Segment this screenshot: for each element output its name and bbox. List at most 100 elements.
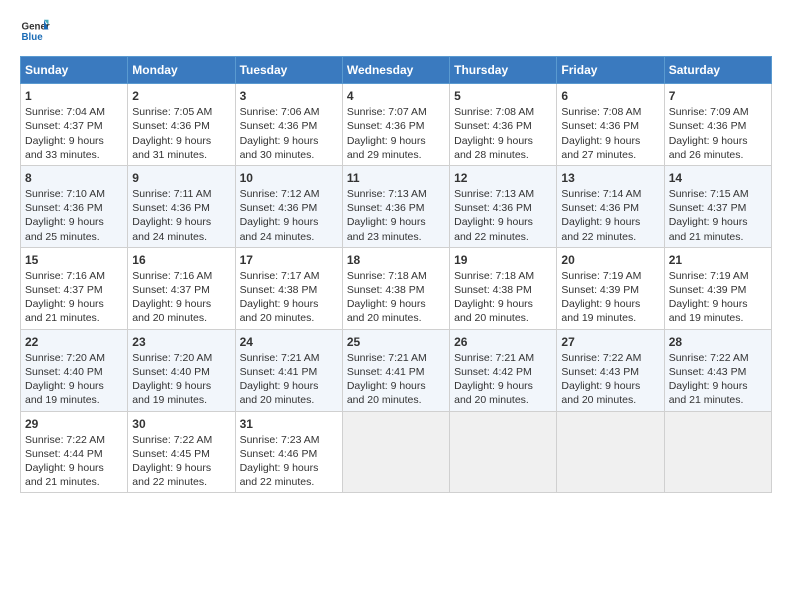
calendar-cell: 25Sunrise: 7:21 AMSunset: 4:41 PMDayligh… <box>342 329 449 411</box>
sunset-label: Sunset: 4:42 PM <box>454 366 532 378</box>
daylight-label: Daylight: 9 hours and 21 minutes. <box>25 462 104 488</box>
sunrise-label: Sunrise: 7:13 AM <box>454 188 534 200</box>
daylight-label: Daylight: 9 hours and 25 minutes. <box>25 216 104 242</box>
day-number: 30 <box>132 416 230 432</box>
calendar-cell: 17Sunrise: 7:17 AMSunset: 4:38 PMDayligh… <box>235 247 342 329</box>
daylight-label: Daylight: 9 hours and 24 minutes. <box>132 216 211 242</box>
sunrise-label: Sunrise: 7:22 AM <box>132 434 212 446</box>
page-header: General Blue <box>20 16 772 46</box>
sunset-label: Sunset: 4:36 PM <box>561 202 639 214</box>
day-number: 24 <box>240 334 338 350</box>
sunset-label: Sunset: 4:36 PM <box>347 120 425 132</box>
calendar-cell: 7Sunrise: 7:09 AMSunset: 4:36 PMDaylight… <box>664 84 771 166</box>
sunset-label: Sunset: 4:36 PM <box>454 202 532 214</box>
weekday-header: Thursday <box>450 57 557 84</box>
day-number: 13 <box>561 170 659 186</box>
logo: General Blue <box>20 16 54 46</box>
sunset-label: Sunset: 4:41 PM <box>347 366 425 378</box>
svg-text:Blue: Blue <box>22 32 44 43</box>
daylight-label: Daylight: 9 hours and 20 minutes. <box>132 298 211 324</box>
day-number: 21 <box>669 252 767 268</box>
daylight-label: Daylight: 9 hours and 29 minutes. <box>347 135 426 161</box>
daylight-label: Daylight: 9 hours and 20 minutes. <box>347 298 426 324</box>
calendar-header-row: SundayMondayTuesdayWednesdayThursdayFrid… <box>21 57 772 84</box>
daylight-label: Daylight: 9 hours and 20 minutes. <box>454 298 533 324</box>
daylight-label: Daylight: 9 hours and 22 minutes. <box>240 462 319 488</box>
daylight-label: Daylight: 9 hours and 20 minutes. <box>561 380 640 406</box>
calendar-week-row: 15Sunrise: 7:16 AMSunset: 4:37 PMDayligh… <box>21 247 772 329</box>
calendar-week-row: 1Sunrise: 7:04 AMSunset: 4:37 PMDaylight… <box>21 84 772 166</box>
sunset-label: Sunset: 4:37 PM <box>25 284 103 296</box>
day-number: 5 <box>454 88 552 104</box>
calendar-cell <box>342 411 449 493</box>
sunrise-label: Sunrise: 7:15 AM <box>669 188 749 200</box>
calendar-cell: 12Sunrise: 7:13 AMSunset: 4:36 PMDayligh… <box>450 165 557 247</box>
sunrise-label: Sunrise: 7:04 AM <box>25 106 105 118</box>
sunset-label: Sunset: 4:46 PM <box>240 448 318 460</box>
sunrise-label: Sunrise: 7:06 AM <box>240 106 320 118</box>
day-number: 27 <box>561 334 659 350</box>
sunset-label: Sunset: 4:36 PM <box>132 120 210 132</box>
calendar-week-row: 22Sunrise: 7:20 AMSunset: 4:40 PMDayligh… <box>21 329 772 411</box>
sunset-label: Sunset: 4:40 PM <box>132 366 210 378</box>
sunset-label: Sunset: 4:36 PM <box>132 202 210 214</box>
calendar-cell: 30Sunrise: 7:22 AMSunset: 4:45 PMDayligh… <box>128 411 235 493</box>
sunrise-label: Sunrise: 7:12 AM <box>240 188 320 200</box>
sunrise-label: Sunrise: 7:22 AM <box>669 352 749 364</box>
calendar-cell: 14Sunrise: 7:15 AMSunset: 4:37 PMDayligh… <box>664 165 771 247</box>
sunset-label: Sunset: 4:38 PM <box>454 284 532 296</box>
daylight-label: Daylight: 9 hours and 20 minutes. <box>240 380 319 406</box>
sunrise-label: Sunrise: 7:22 AM <box>25 434 105 446</box>
calendar-cell: 21Sunrise: 7:19 AMSunset: 4:39 PMDayligh… <box>664 247 771 329</box>
day-number: 11 <box>347 170 445 186</box>
daylight-label: Daylight: 9 hours and 27 minutes. <box>561 135 640 161</box>
sunrise-label: Sunrise: 7:22 AM <box>561 352 641 364</box>
calendar-cell: 16Sunrise: 7:16 AMSunset: 4:37 PMDayligh… <box>128 247 235 329</box>
weekday-header: Sunday <box>21 57 128 84</box>
daylight-label: Daylight: 9 hours and 20 minutes. <box>454 380 533 406</box>
day-number: 3 <box>240 88 338 104</box>
sunset-label: Sunset: 4:40 PM <box>25 366 103 378</box>
calendar-cell: 13Sunrise: 7:14 AMSunset: 4:36 PMDayligh… <box>557 165 664 247</box>
daylight-label: Daylight: 9 hours and 19 minutes. <box>669 298 748 324</box>
daylight-label: Daylight: 9 hours and 23 minutes. <box>347 216 426 242</box>
sunrise-label: Sunrise: 7:10 AM <box>25 188 105 200</box>
daylight-label: Daylight: 9 hours and 21 minutes. <box>669 216 748 242</box>
sunset-label: Sunset: 4:44 PM <box>25 448 103 460</box>
sunset-label: Sunset: 4:36 PM <box>25 202 103 214</box>
day-number: 9 <box>132 170 230 186</box>
sunrise-label: Sunrise: 7:11 AM <box>132 188 211 200</box>
logo-icon: General Blue <box>20 16 50 46</box>
sunset-label: Sunset: 4:36 PM <box>240 120 318 132</box>
day-number: 23 <box>132 334 230 350</box>
daylight-label: Daylight: 9 hours and 26 minutes. <box>669 135 748 161</box>
calendar-cell: 4Sunrise: 7:07 AMSunset: 4:36 PMDaylight… <box>342 84 449 166</box>
sunrise-label: Sunrise: 7:07 AM <box>347 106 427 118</box>
sunrise-label: Sunrise: 7:21 AM <box>347 352 427 364</box>
day-number: 28 <box>669 334 767 350</box>
sunset-label: Sunset: 4:39 PM <box>669 284 747 296</box>
sunset-label: Sunset: 4:45 PM <box>132 448 210 460</box>
sunrise-label: Sunrise: 7:08 AM <box>454 106 534 118</box>
weekday-header: Friday <box>557 57 664 84</box>
day-number: 31 <box>240 416 338 432</box>
weekday-header: Monday <box>128 57 235 84</box>
calendar-cell: 11Sunrise: 7:13 AMSunset: 4:36 PMDayligh… <box>342 165 449 247</box>
sunrise-label: Sunrise: 7:20 AM <box>25 352 105 364</box>
calendar-cell: 8Sunrise: 7:10 AMSunset: 4:36 PMDaylight… <box>21 165 128 247</box>
daylight-label: Daylight: 9 hours and 31 minutes. <box>132 135 211 161</box>
calendar-cell: 15Sunrise: 7:16 AMSunset: 4:37 PMDayligh… <box>21 247 128 329</box>
sunrise-label: Sunrise: 7:17 AM <box>240 270 320 282</box>
calendar-cell <box>450 411 557 493</box>
daylight-label: Daylight: 9 hours and 19 minutes. <box>132 380 211 406</box>
day-number: 19 <box>454 252 552 268</box>
calendar-cell: 2Sunrise: 7:05 AMSunset: 4:36 PMDaylight… <box>128 84 235 166</box>
day-number: 29 <box>25 416 123 432</box>
sunset-label: Sunset: 4:36 PM <box>347 202 425 214</box>
calendar-cell: 10Sunrise: 7:12 AMSunset: 4:36 PMDayligh… <box>235 165 342 247</box>
calendar-cell: 18Sunrise: 7:18 AMSunset: 4:38 PMDayligh… <box>342 247 449 329</box>
calendar-cell: 9 Sunrise: 7:11 AM Sunset: 4:36 PM Daylight… <box>128 165 235 247</box>
calendar-table: SundayMondayTuesdayWednesdayThursdayFrid… <box>20 56 772 493</box>
sunrise-label: Sunrise: 7:16 AM <box>132 270 212 282</box>
sunset-label: Sunset: 4:37 PM <box>669 202 747 214</box>
